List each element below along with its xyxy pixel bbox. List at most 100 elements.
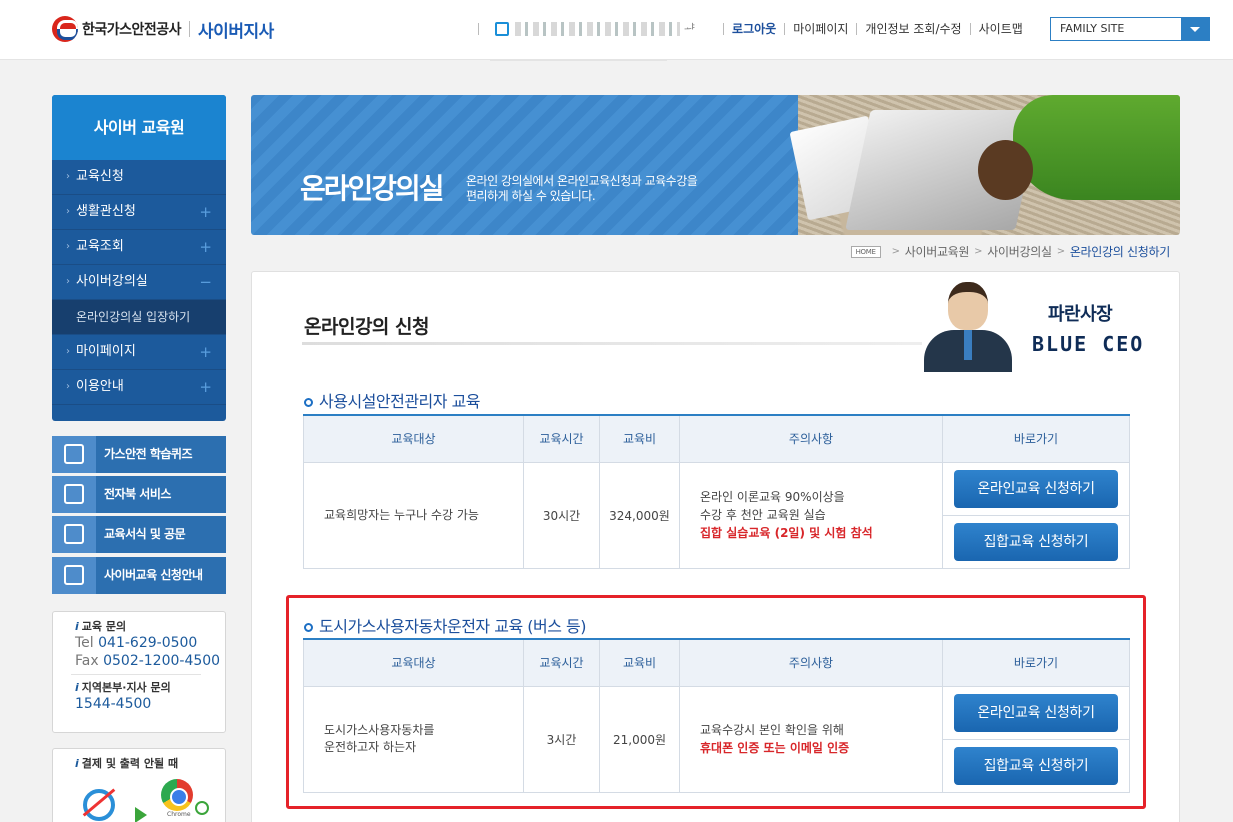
course-table: 교육대상 교육시간 교육비 주의사항 바로가기 도시가스사용자동차를 운전하고자…: [303, 638, 1130, 793]
chrome-icon[interactable]: [161, 779, 193, 811]
sidebar-item-label: 생활관신청: [76, 204, 136, 219]
sidebar-item-label: 마이페이지: [76, 344, 136, 359]
quiz-icon: [52, 436, 96, 473]
user-nav: ᆦ 로그아웃 마이페이지 개인정보 조회/수정 사이트맵: [470, 20, 1023, 37]
sidebar-item-edu-lookup[interactable]: 교육조회 +: [52, 230, 226, 265]
tel-value: 041-629-0500: [98, 635, 198, 651]
ceo-avatar: [920, 280, 1016, 372]
table-row: 교육희망자는 누구나 수강 가능 30시간 324,000원 온라인 이론교육 …: [303, 461, 1130, 569]
button-cell: 온라인교육 신청하기: [942, 461, 1130, 516]
gnb-underline: [490, 59, 667, 61]
section-title: 도시가스사용자동차운전자 교육 (버스 등): [304, 613, 586, 637]
column-header: 바로가기: [942, 414, 1130, 463]
kgs-logo-icon: [52, 16, 78, 42]
course-target-text: 교육희망자는 누구나 수강 가능: [324, 507, 479, 522]
family-site-label: FAMILY SITE: [1060, 22, 1125, 35]
contact-edu-heading: i 교육 문의: [75, 618, 225, 634]
main-content: 온라인강의 신청 파란사장 BLUE CEO 사용시설안전관리자 교육 교육대상…: [251, 271, 1180, 822]
course-table: 교육대상 교육시간 교육비 주의사항 바로가기 교육희망자는 누구나 수강 가능…: [303, 414, 1130, 569]
course-note-warning: 휴대폰 인증 또는 이메일 인증: [700, 741, 850, 755]
page-banner: 온라인강의실 온라인 강의실에서 온라인교육신청과 교육수강을 편리하게 하실 …: [251, 95, 1180, 235]
profile-link[interactable]: 개인정보 조회/수정: [865, 20, 961, 37]
column-header: 바로가기: [942, 638, 1130, 687]
column-header: 교육시간: [523, 414, 600, 463]
group-apply-button[interactable]: 집합교육 신청하기: [954, 522, 1118, 561]
breadcrumb-item[interactable]: 사이버교육원: [905, 243, 970, 260]
chevron-down-icon[interactable]: [1181, 18, 1209, 40]
sidebar-item-mypage[interactable]: 마이페이지 +: [52, 335, 226, 370]
info-icon: i: [75, 681, 79, 694]
quick-link-label: 교육서식 및 공문: [104, 527, 186, 541]
course-note: 온라인 이론교육 90%이상을 수강 후 천안 교육원 실습 집합 실습교육 (…: [679, 461, 943, 569]
user-name-redacted: [515, 21, 680, 36]
quick-link-label: 전자북 서비스: [104, 487, 171, 501]
family-site-select[interactable]: FAMILY SITE: [1050, 17, 1210, 41]
quick-link-apply-guide[interactable]: 사이버교육 신청안내: [52, 557, 226, 594]
print-help-heading: i 결제 및 출력 안될 때: [75, 755, 178, 771]
course-target: 교육희망자는 누구나 수강 가능: [303, 461, 524, 569]
contact-fax: Fax 0502-1200-4500: [75, 652, 225, 670]
course-note-text: 수강 후 천안 교육원 실습: [700, 508, 826, 522]
column-header: 교육시간: [523, 638, 600, 687]
sidebar-item-guide[interactable]: 이용안내 +: [52, 370, 226, 405]
course-note-text: 온라인 이론교육 90%이상을: [700, 490, 845, 504]
column-header: 주의사항: [679, 638, 943, 687]
online-apply-button[interactable]: 온라인교육 신청하기: [954, 693, 1118, 732]
contact-tel: Tel 041-629-0500: [75, 634, 225, 652]
button-cell: 집합교육 신청하기: [942, 514, 1130, 569]
quick-link-forms[interactable]: 교육서식 및 공문: [52, 516, 226, 553]
nav-divider: [478, 22, 479, 35]
logout-link[interactable]: 로그아웃: [732, 20, 776, 37]
quick-link-ebook[interactable]: 전자북 서비스: [52, 476, 226, 513]
column-header: 교육비: [599, 414, 680, 463]
plus-icon: +: [199, 378, 212, 396]
course-fee: 324,000원: [599, 461, 680, 569]
ceo-name-english: BLUE CEO: [1032, 332, 1145, 356]
breadcrumb-item[interactable]: 사이버강의실: [987, 243, 1052, 260]
sidebar-title: 사이버 교육원: [52, 95, 226, 160]
sidebar-item-dormitory[interactable]: 생활관신청 +: [52, 195, 226, 230]
contact-region-heading-text: 지역본부·지사 문의: [81, 681, 171, 694]
group-apply-button[interactable]: 집합교육 신청하기: [954, 746, 1118, 785]
quick-link-quiz[interactable]: 가스안전 학습퀴즈: [52, 436, 226, 473]
button-cell: 온라인교육 신청하기: [942, 685, 1130, 740]
course-fee: 21,000원: [599, 685, 680, 793]
home-icon[interactable]: HOME: [850, 245, 881, 258]
nav-divider: [856, 22, 858, 35]
banner-photo: [789, 95, 1180, 235]
sidebar-item-cyber-classroom[interactable]: 사이버강의실 −: [52, 265, 226, 300]
tel-label: Tel: [75, 635, 94, 651]
plus-icon: +: [199, 238, 212, 256]
ceo-tie: [964, 330, 972, 360]
document-icon: [52, 516, 96, 553]
section-title: 사용시설안전관리자 교육: [304, 388, 481, 412]
circle-icon: [195, 801, 209, 815]
sidebar-item-label: 사이버강의실: [76, 274, 148, 289]
logo-company-name: 한국가스안전공사: [82, 22, 182, 38]
breadcrumb-arrow: >: [891, 246, 900, 257]
nav-divider: [969, 22, 971, 35]
nav-divider: [723, 22, 725, 35]
user-name-suffix: ᆦ: [684, 22, 696, 36]
sidebar-subitem-enter-classroom[interactable]: 온라인강의실 입장하기: [52, 300, 226, 335]
minus-icon: −: [199, 273, 212, 291]
online-apply-button[interactable]: 온라인교육 신청하기: [954, 469, 1118, 508]
site-logo[interactable]: 한국가스안전공사 사이버지사: [52, 16, 274, 42]
banner-title: 온라인강의실: [300, 172, 445, 205]
info-icon: i: [75, 757, 79, 770]
logo-divider: [189, 21, 191, 37]
mypage-link[interactable]: 마이페이지: [793, 20, 848, 37]
breadcrumb-arrow: >: [974, 246, 983, 257]
course-target: 도시가스사용자동차를 운전하고자 하는자: [303, 685, 524, 793]
plus-icon: +: [199, 343, 212, 361]
banner-description: 편리하게 하실 수 있습니다.: [466, 189, 596, 203]
contact-divider: [71, 674, 201, 675]
table-header-row: 교육대상 교육시간 교육비 주의사항 바로가기: [303, 414, 1130, 463]
column-header: 주의사항: [679, 414, 943, 463]
sitemap-link[interactable]: 사이트맵: [979, 20, 1023, 37]
guide-icon: [52, 557, 96, 594]
blue-ceo-badge: 파란사장 BLUE CEO: [920, 276, 1160, 376]
sidebar-item-label: 교육신청: [76, 169, 124, 184]
sidebar-item-edu-apply[interactable]: 교육신청: [52, 160, 226, 195]
person-head-illustration: [978, 140, 1033, 200]
